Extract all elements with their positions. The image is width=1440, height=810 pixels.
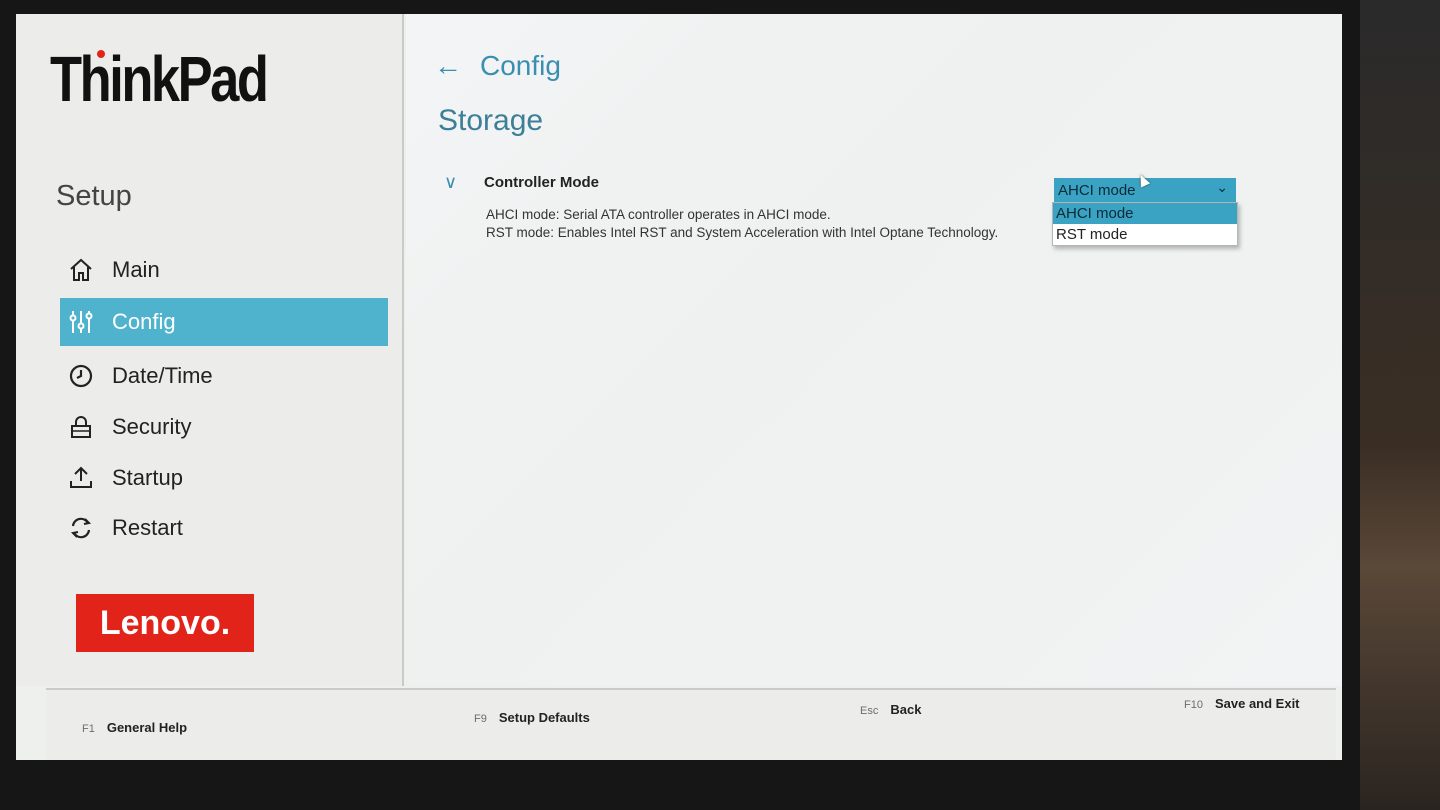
back-arrow-icon[interactable]: ← (434, 50, 462, 82)
lenovo-logo: Lenovo. (76, 594, 254, 652)
sidebar-item-security[interactable]: Security (60, 403, 388, 451)
sidebar-item-date-time[interactable]: Date/Time (60, 352, 388, 400)
sidebar-item-restart[interactable]: Restart (60, 504, 388, 552)
description-line: AHCI mode: Serial ATA controller operate… (486, 207, 831, 222)
footer-back[interactable]: Esc Back (860, 702, 921, 717)
breadcrumb: ← Config (434, 50, 561, 82)
sidebar-item-label: Main (112, 257, 160, 282)
background-desk (1360, 0, 1440, 810)
key-hint: F1 (82, 723, 95, 735)
key-label: Setup Defaults (498, 710, 590, 725)
thinkpad-logo-dot (97, 50, 105, 58)
key-hint: F10 (1184, 699, 1203, 711)
main-panel: ← Config Storage ∨ Controller Mode AHCI … (406, 14, 1342, 686)
footer-bar: F1 General Help F9 Setup Defaults Esc Back … (46, 688, 1336, 760)
sidebar-item-label: Restart (112, 515, 183, 540)
chevron-down-icon[interactable]: ∨ (444, 172, 457, 193)
bios-screen: ThinkPad Setup Main Config Date/Time Sec… (16, 14, 1342, 760)
clock-icon (66, 361, 96, 391)
sidebar-item-startup[interactable]: Startup (60, 454, 388, 502)
setting-label: Controller Mode (484, 174, 599, 191)
footer-general-help[interactable]: F1 General Help (82, 720, 187, 735)
select-value: AHCI mode (1058, 181, 1136, 199)
sidebar-title: Setup (56, 180, 132, 212)
sidebar-item-label: Startup (112, 465, 183, 490)
thinkpad-logo: ThinkPad (50, 43, 269, 115)
key-hint: Esc (860, 705, 879, 717)
key-label: Back (890, 702, 922, 717)
sidebar-item-config[interactable]: Config (60, 298, 388, 346)
sidebar-item-label: Config (112, 309, 176, 334)
description-line: RST mode: Enables Intel RST and System A… (486, 225, 999, 240)
sidebar: ThinkPad Setup Main Config Date/Time Sec… (16, 14, 404, 686)
chevron-down-icon: ⌄ (1216, 179, 1228, 195)
sidebar-item-main[interactable]: Main (60, 246, 388, 294)
home-icon (66, 255, 96, 285)
option-ahci-mode[interactable]: AHCI mode (1053, 203, 1237, 224)
sidebar-item-label: Date/Time (112, 363, 213, 388)
setting-description: AHCI mode: Serial ATA controller operate… (486, 206, 998, 242)
page-title: Storage (438, 104, 544, 137)
key-hint: F9 (474, 713, 487, 725)
footer-save-exit[interactable]: F10 Save and Exit (1184, 696, 1300, 711)
breadcrumb-config[interactable]: Config (480, 50, 561, 82)
sliders-icon (66, 307, 96, 337)
refresh-icon (66, 513, 96, 543)
lock-icon (66, 412, 96, 442)
key-label: General Help (106, 720, 188, 735)
footer-setup-defaults[interactable]: F9 Setup Defaults (474, 710, 590, 725)
upload-icon (66, 463, 96, 493)
key-label: Save and Exit (1214, 696, 1300, 711)
option-rst-mode[interactable]: RST mode (1053, 224, 1237, 245)
sidebar-item-label: Security (112, 414, 192, 439)
dropdown-options: AHCI mode RST mode (1052, 202, 1238, 246)
